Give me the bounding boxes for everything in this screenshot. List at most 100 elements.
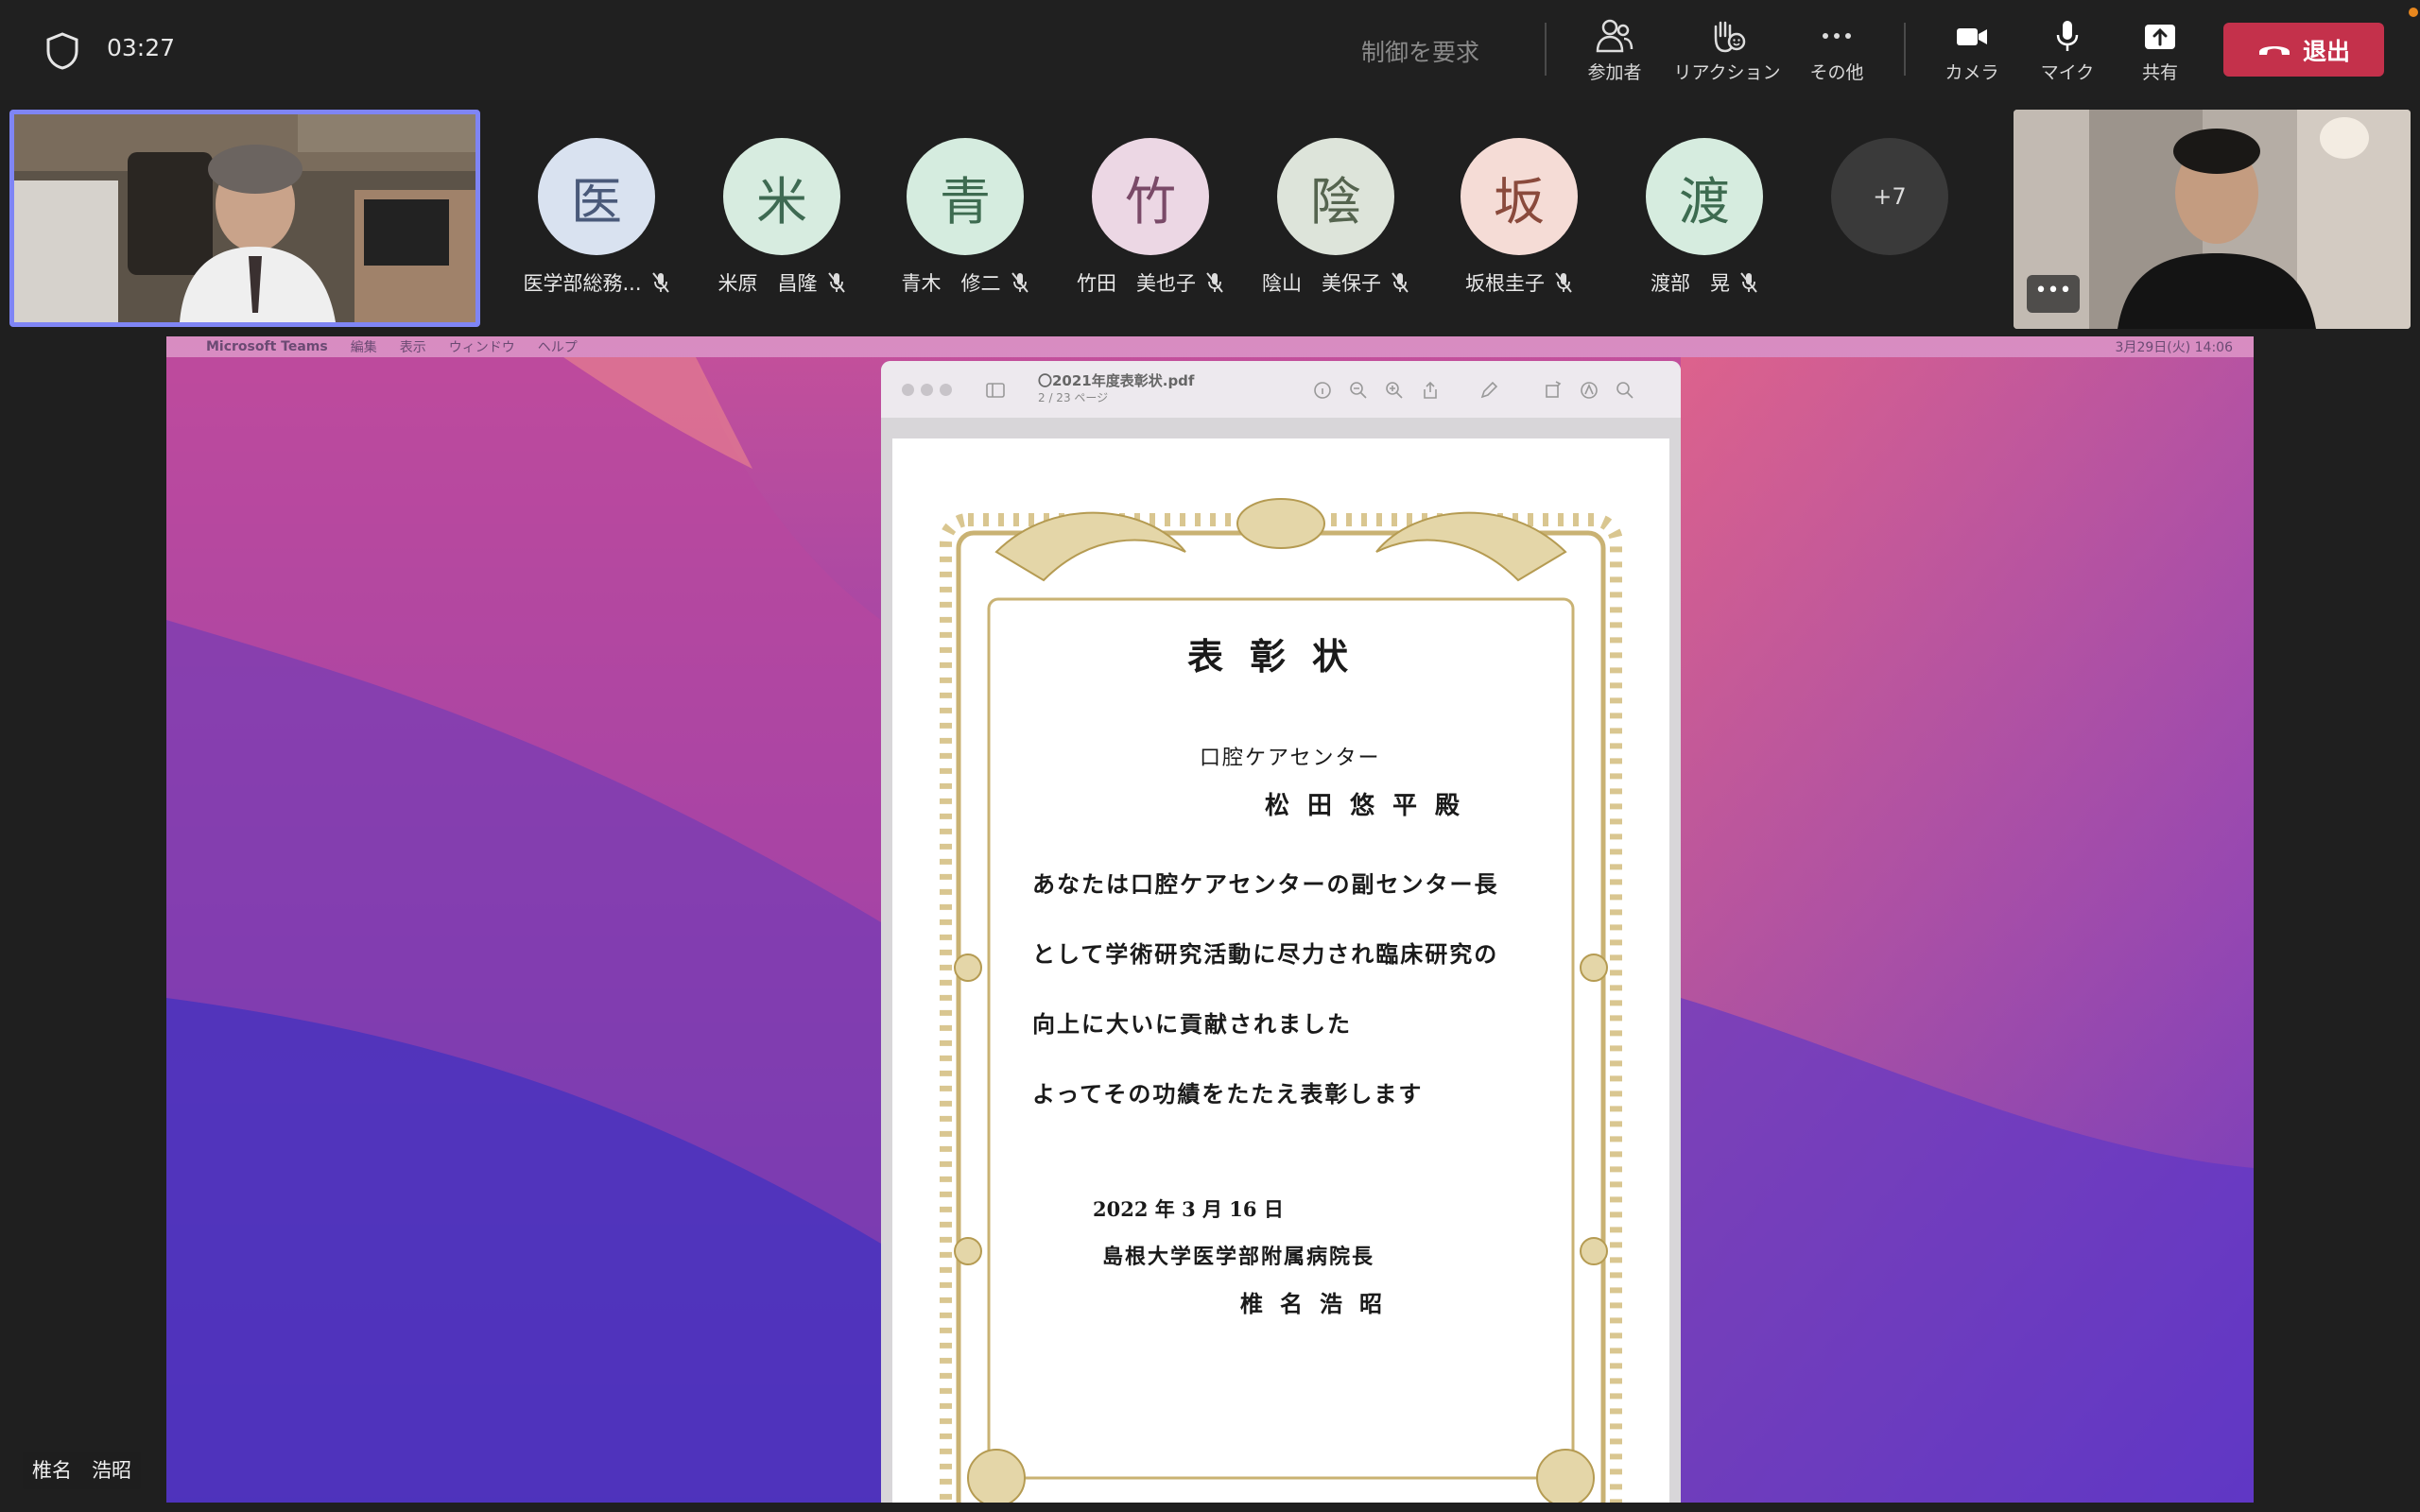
zoom-out-icon bbox=[1350, 382, 1367, 399]
certificate-page: 表彰状 口腔ケアセンター 松田悠平殿 あなたは口腔ケアセンターの副センター長 と… bbox=[892, 438, 1669, 1503]
menu-item: ウィンドウ bbox=[448, 340, 515, 355]
participant-avatar: 坂 bbox=[1461, 138, 1578, 255]
participant-avatar: 医 bbox=[538, 138, 655, 255]
hang-up-icon bbox=[2258, 45, 2290, 55]
raise-hand-icon bbox=[1714, 21, 1746, 53]
participant-name-row: 米原 昌隆 bbox=[706, 268, 857, 297]
toolbar-divider bbox=[1904, 23, 1906, 76]
pdf-filename: 〇2021年度表彰状.pdf bbox=[1038, 372, 1195, 389]
participant-tile[interactable]: 米米原 昌隆 bbox=[706, 138, 857, 297]
participant-name: 医学部総務... bbox=[523, 272, 642, 295]
mic-muted-icon bbox=[1740, 272, 1757, 293]
menu-item: 表示 bbox=[399, 340, 426, 355]
zoom-window-button bbox=[940, 384, 952, 396]
share-icon bbox=[1424, 381, 1437, 399]
certificate-organization: 島根大学医学部附属病院長 bbox=[1102, 1245, 1375, 1269]
participant-avatar: 竹 bbox=[1092, 138, 1209, 255]
participant-tile[interactable]: 青青木 修二 bbox=[890, 138, 1041, 297]
participant-name: 渡部 晃 bbox=[1651, 272, 1730, 295]
pdf-page-indicator: 2 / 23 ページ bbox=[1038, 391, 1109, 404]
meeting-toolbar: 03:27 制御を要求 参加者 リアクション その他 カメラ マイク 共有 退出 bbox=[0, 0, 2420, 100]
leave-label: 退出 bbox=[2302, 37, 2350, 65]
camera-icon bbox=[1957, 28, 1987, 45]
participant-name: 米原 昌隆 bbox=[717, 272, 818, 295]
video-feed-image bbox=[14, 114, 475, 322]
search-icon bbox=[1616, 382, 1634, 399]
mac-menu-bar: Microsoft Teams 編集 表示 ウィンドウ ヘルプ 3月29日(火)… bbox=[166, 336, 2254, 357]
pdf-toolbar: 〇2021年度表彰状.pdf 2 / 23 ページ bbox=[881, 361, 1681, 418]
share-label: 共有 bbox=[2141, 62, 2178, 83]
certificate-body-line: よってその功績をたたえ表彰します bbox=[1032, 1080, 1424, 1108]
markup-pen-icon bbox=[1480, 381, 1498, 399]
ellipsis-icon bbox=[1823, 33, 1851, 39]
tile-more-options-button[interactable]: ••• bbox=[2027, 275, 2080, 313]
more-label: その他 bbox=[1809, 62, 1864, 83]
people-icon bbox=[1596, 19, 1634, 53]
share-button[interactable]: 共有 bbox=[2099, 19, 2221, 87]
participant-name: 坂根圭子 bbox=[1465, 272, 1545, 295]
participant-name-row: 渡部 晃 bbox=[1629, 268, 1780, 297]
presenter-name-tag: 椎名 浩昭 bbox=[23, 1452, 141, 1489]
menu-clock: 3月29日(火) 14:06 bbox=[2115, 340, 2233, 355]
mic-muted-icon bbox=[827, 272, 845, 293]
certificate-title: 表彰状 bbox=[1186, 635, 1374, 678]
close-window-button bbox=[902, 384, 914, 396]
notification-dot bbox=[2409, 8, 2418, 17]
participant-name: 陰山 美保子 bbox=[1262, 272, 1381, 295]
participant-name: 青木 修二 bbox=[901, 272, 1001, 295]
reactions-label: リアクション bbox=[1673, 62, 1781, 83]
pdf-viewer-window: 〇2021年度表彰状.pdf 2 / 23 ページ 表彰状 口腔ケアセンター 松… bbox=[881, 361, 1681, 1503]
participant-tile[interactable]: 陰陰山 美保子 bbox=[1260, 138, 1411, 297]
mic-muted-icon bbox=[1011, 272, 1028, 293]
menu-item: 編集 bbox=[350, 340, 377, 355]
participant-name-row: 青木 修二 bbox=[890, 268, 1041, 297]
participants-label: 参加者 bbox=[1587, 62, 1642, 83]
rotate-icon bbox=[1546, 381, 1562, 398]
share-tray-icon bbox=[2145, 25, 2175, 49]
participant-avatar: 陰 bbox=[1277, 138, 1394, 255]
reactions-button[interactable]: リアクション bbox=[1666, 19, 1789, 87]
certificate-date: 2022 年 3 月 16 日 bbox=[1093, 1197, 1284, 1221]
participant-name-row: 竹田 美也子 bbox=[1075, 268, 1226, 297]
certificate-department: 口腔ケアセンター bbox=[1200, 747, 1381, 770]
meeting-timer: 03:27 bbox=[107, 34, 176, 61]
participant-name-row: 陰山 美保子 bbox=[1260, 268, 1411, 297]
certificate-body-line: として学術研究活動に尽力され臨床研究の bbox=[1032, 940, 1499, 968]
video-tile-speaker[interactable] bbox=[9, 110, 480, 327]
certificate-body-line: 向上に大いに貢献されました bbox=[1032, 1010, 1352, 1038]
shared-screen: Microsoft Teams 編集 表示 ウィンドウ ヘルプ 3月29日(火)… bbox=[166, 336, 2254, 1503]
participant-name-row: 坂根圭子 bbox=[1443, 268, 1595, 297]
minimize-window-button bbox=[921, 384, 933, 396]
participant-name-row: 医学部総務... bbox=[521, 268, 672, 297]
participants-button[interactable]: 参加者 bbox=[1553, 19, 1676, 87]
participant-tile[interactable]: 坂坂根圭子 bbox=[1443, 138, 1595, 297]
sidebar-toggle-icon bbox=[986, 383, 1005, 398]
annotate-icon bbox=[1581, 382, 1598, 399]
mic-muted-icon bbox=[1555, 272, 1572, 293]
certificate-signer: 椎名浩昭 bbox=[1240, 1290, 1399, 1317]
participant-avatar: 青 bbox=[907, 138, 1024, 255]
participant-avatar: 米 bbox=[723, 138, 840, 255]
mic-muted-icon bbox=[651, 272, 669, 293]
zoom-in-icon bbox=[1386, 382, 1403, 399]
certificate-recipient: 松田悠平殿 bbox=[1265, 792, 1478, 820]
certificate-content: 表彰状 口腔ケアセンター 松田悠平殿 あなたは口腔ケアセンターの副センター長 と… bbox=[892, 438, 1669, 1503]
mic-muted-icon bbox=[1206, 272, 1223, 293]
participant-tile[interactable]: 医医学部総務... bbox=[521, 138, 672, 297]
participant-tile[interactable]: 渡渡部 晃 bbox=[1629, 138, 1780, 297]
shield-icon[interactable] bbox=[45, 32, 79, 70]
toolbar-divider bbox=[1545, 23, 1547, 76]
mic-muted-icon bbox=[1392, 272, 1409, 293]
more-button[interactable]: その他 bbox=[1775, 19, 1898, 87]
participant-name: 竹田 美也子 bbox=[1077, 272, 1196, 295]
menu-item: ヘルプ bbox=[537, 340, 578, 355]
overflow-participants-button[interactable]: +7 bbox=[1831, 138, 1948, 255]
info-icon bbox=[1314, 382, 1331, 399]
request-control-button[interactable]: 制御を要求 bbox=[1361, 34, 1479, 68]
video-tile-participant[interactable]: ••• bbox=[2014, 110, 2411, 329]
participant-tile[interactable]: 竹竹田 美也子 bbox=[1075, 138, 1226, 297]
menu-app-name: Microsoft Teams bbox=[206, 339, 328, 354]
microphone-icon bbox=[2056, 21, 2079, 51]
leave-button[interactable]: 退出 bbox=[2223, 23, 2384, 77]
participant-avatar: 渡 bbox=[1646, 138, 1763, 255]
